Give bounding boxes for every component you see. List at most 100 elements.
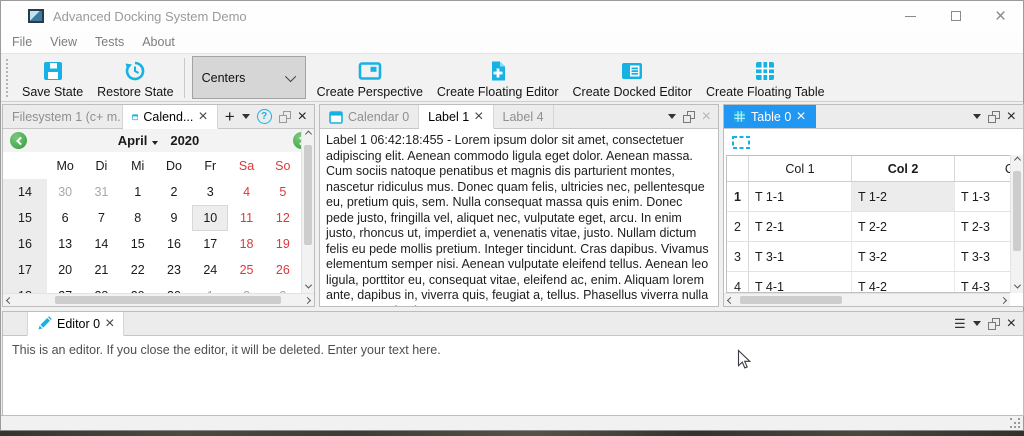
- calendar-day[interactable]: 9: [156, 205, 192, 231]
- table-cell[interactable]: T 1-1: [749, 182, 852, 211]
- calendar-day[interactable]: 5: [265, 179, 301, 205]
- scroll-down-button[interactable]: [1011, 280, 1024, 293]
- table-cell[interactable]: T 2-2: [852, 212, 955, 241]
- undock-button[interactable]: [988, 318, 1000, 330]
- calendar-day[interactable]: 6: [47, 205, 83, 231]
- calendar-day[interactable]: 17: [192, 231, 228, 257]
- editor-menu-button[interactable]: [954, 316, 966, 332]
- perspective-combobox[interactable]: Centers: [192, 56, 306, 99]
- table-column-header[interactable]: Col 1: [749, 156, 852, 181]
- close-dock-button[interactable]: [1007, 108, 1016, 126]
- prev-month-button[interactable]: [10, 132, 27, 149]
- tab-close-icon[interactable]: [474, 109, 483, 125]
- calendar-day[interactable]: 25: [228, 257, 264, 283]
- scrollbar-thumb[interactable]: [1013, 171, 1021, 251]
- menu-view[interactable]: View: [41, 32, 86, 52]
- table-vertical-scrollbar[interactable]: [1010, 155, 1023, 293]
- scroll-right-button[interactable]: [301, 294, 314, 307]
- menu-about[interactable]: About: [133, 32, 184, 52]
- create-docked-editor-button[interactable]: Create Docked Editor: [566, 56, 700, 100]
- toolbar-drag-handle[interactable]: [5, 59, 9, 97]
- table-cell[interactable]: T 3-1: [749, 242, 852, 271]
- table-cell[interactable]: T 4-2: [852, 272, 955, 293]
- size-grip[interactable]: [1010, 418, 1020, 428]
- restore-state-button[interactable]: Restore State: [90, 56, 180, 100]
- create-perspective-button[interactable]: Create Perspective: [310, 56, 430, 100]
- calendar-day[interactable]: 20: [47, 257, 83, 283]
- table-row-header[interactable]: 4: [727, 272, 749, 293]
- table-cell[interactable]: T 4-1: [749, 272, 852, 293]
- calendar-day[interactable]: 15: [120, 231, 156, 257]
- menu-file[interactable]: File: [3, 32, 41, 52]
- calendar-day[interactable]: 13: [47, 231, 83, 257]
- scrollbar-thumb[interactable]: [304, 145, 312, 245]
- help-button[interactable]: [257, 109, 272, 124]
- tabs-menu-button[interactable]: [668, 114, 676, 119]
- tab-editor-0[interactable]: Editor 0: [27, 312, 124, 336]
- scroll-down-button[interactable]: [302, 280, 315, 293]
- create-floating-editor-button[interactable]: Create Floating Editor: [430, 56, 566, 100]
- calendar-day[interactable]: 8: [120, 205, 156, 231]
- tabs-menu-button[interactable]: [242, 114, 250, 119]
- calendar-day[interactable]: 19: [265, 231, 301, 257]
- create-floating-table-button[interactable]: Create Floating Table: [699, 56, 832, 100]
- calendar-day[interactable]: 31: [83, 179, 119, 205]
- table-cell[interactable]: T 1-2: [852, 182, 955, 211]
- table-cell[interactable]: T 4-3: [955, 272, 1010, 293]
- tab-label-4[interactable]: Label 4: [494, 105, 554, 128]
- tabs-menu-button[interactable]: [973, 114, 981, 119]
- tab-calendar[interactable]: Calend...: [123, 105, 218, 129]
- close-dock-button[interactable]: [702, 108, 711, 126]
- table-cell[interactable]: T 2-1: [749, 212, 852, 241]
- calendar-day[interactable]: 23: [156, 257, 192, 283]
- calendar-day[interactable]: 14: [83, 231, 119, 257]
- calendar-day[interactable]: 4: [228, 179, 264, 205]
- calendar-month-button[interactable]: April: [118, 133, 148, 148]
- tab-close-icon[interactable]: [105, 316, 114, 332]
- close-button[interactable]: [978, 1, 1023, 31]
- calendar-day[interactable]: 2: [156, 179, 192, 205]
- add-tab-button[interactable]: [225, 107, 235, 127]
- calendar-day[interactable]: 30: [47, 179, 83, 205]
- calendar-year-button[interactable]: 2020: [170, 133, 199, 148]
- tabs-menu-button[interactable]: [973, 321, 981, 326]
- tab-filesystem[interactable]: Filesystem 1 (c+ m...: [3, 105, 123, 128]
- scroll-left-button[interactable]: [3, 294, 16, 307]
- calendar-horizontal-scrollbar[interactable]: [3, 293, 314, 306]
- table-cell[interactable]: T 3-3: [955, 242, 1010, 271]
- editor-content[interactable]: This is an editor. If you close the edit…: [3, 336, 1023, 364]
- scroll-up-button[interactable]: [302, 129, 315, 142]
- undock-button[interactable]: [988, 111, 1000, 123]
- scroll-right-button[interactable]: [997, 294, 1010, 307]
- tab-label-1[interactable]: Label 1: [419, 105, 493, 129]
- close-dock-button[interactable]: [1007, 315, 1016, 333]
- menu-tests[interactable]: Tests: [86, 32, 133, 52]
- calendar-day[interactable]: 26: [265, 257, 301, 283]
- calendar-day[interactable]: 12: [265, 205, 301, 231]
- calendar-day[interactable]: 21: [83, 257, 119, 283]
- calendar-day[interactable]: 3: [192, 179, 228, 205]
- calendar-day[interactable]: 10: [192, 205, 228, 231]
- calendar-day[interactable]: 18: [228, 231, 264, 257]
- calendar-vertical-scrollbar[interactable]: [301, 129, 314, 293]
- table-cell[interactable]: T 3-2: [852, 242, 955, 271]
- table-column-header[interactable]: Col 3: [955, 156, 1010, 181]
- selection-icon[interactable]: [731, 135, 751, 150]
- scrollbar-thumb[interactable]: [55, 296, 281, 304]
- scroll-left-button[interactable]: [724, 294, 737, 307]
- calendar-day[interactable]: 7: [83, 205, 119, 231]
- calendar-day[interactable]: 16: [156, 231, 192, 257]
- undock-button[interactable]: [683, 111, 695, 123]
- tab-table-0[interactable]: Table 0: [724, 105, 816, 128]
- table-cell[interactable]: T 1-3: [955, 182, 1010, 211]
- table-row-header[interactable]: 1: [727, 182, 749, 211]
- tab-close-icon[interactable]: [796, 109, 805, 125]
- scroll-up-button[interactable]: [1011, 155, 1024, 168]
- close-dock-button[interactable]: [298, 108, 307, 126]
- table-column-header[interactable]: Col 2: [852, 156, 955, 181]
- calendar-day[interactable]: 22: [120, 257, 156, 283]
- calendar-day[interactable]: 1: [120, 179, 156, 205]
- table-row-header[interactable]: 3: [727, 242, 749, 271]
- calendar-day[interactable]: 24: [192, 257, 228, 283]
- tab-calendar-0[interactable]: Calendar 0: [320, 105, 419, 128]
